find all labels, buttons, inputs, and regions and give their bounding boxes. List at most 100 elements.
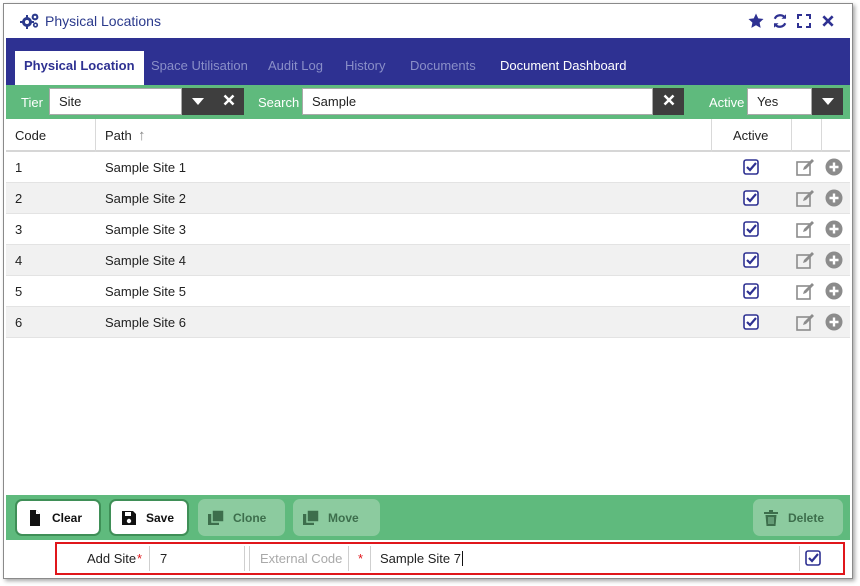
edit-icon[interactable] [796, 314, 815, 334]
star-icon[interactable] [746, 12, 766, 30]
title-actions [746, 12, 838, 30]
tab-audit-log[interactable]: Audit Log [268, 51, 323, 85]
add-child-icon[interactable] [825, 189, 843, 210]
column-header-path[interactable]: Path [105, 119, 132, 152]
delete-button[interactable]: Delete [753, 499, 843, 536]
table-header: Code Path ↑ Active [6, 119, 850, 152]
table-row[interactable]: 6 Sample Site 6 [6, 307, 850, 338]
column-divider [711, 119, 712, 152]
row-code: 4 [15, 253, 23, 268]
add-child-icon[interactable] [825, 220, 843, 241]
tab-history[interactable]: History [345, 51, 385, 85]
move-button[interactable]: Move [293, 499, 380, 536]
tab-document-dashboard[interactable]: Document Dashboard [500, 51, 626, 85]
title-bar: Physical Locations [4, 4, 852, 38]
search-label: Search [258, 95, 300, 110]
add-site-name-input[interactable]: Sample Site 7​ [380, 546, 800, 571]
tab-bar: Physical Location Space Utilisation Audi… [6, 38, 850, 85]
column-header-active[interactable]: Active [733, 119, 768, 152]
table-row[interactable]: 4 Sample Site 4 [6, 245, 850, 276]
clear-label: Clear [52, 510, 83, 525]
row-code: 3 [15, 222, 23, 237]
column-divider [791, 119, 792, 152]
field-divider [249, 546, 250, 571]
sort-ascending-icon[interactable]: ↑ [138, 119, 146, 152]
add-child-icon[interactable] [825, 251, 843, 272]
clear-button[interactable]: Clear [15, 499, 101, 536]
add-site-row: Add Site * 7 External Code * Sample Site… [55, 542, 845, 575]
edit-icon[interactable] [796, 283, 815, 303]
refresh-icon[interactable] [770, 12, 790, 30]
column-divider [95, 119, 96, 152]
trash-icon [763, 509, 779, 526]
search-input[interactable]: Sample [302, 88, 653, 115]
tier-dropdown-button[interactable] [182, 88, 213, 115]
table-row[interactable]: 5 Sample Site 5 [6, 276, 850, 307]
row-path: Sample Site 1 [105, 160, 186, 175]
active-checkbox[interactable] [743, 190, 759, 209]
add-site-active-checkbox[interactable] [805, 550, 821, 569]
add-child-icon[interactable] [825, 282, 843, 303]
action-bar: Clear Save Clone Move Delete [6, 495, 850, 540]
column-divider [821, 119, 822, 152]
active-checkbox[interactable] [743, 283, 759, 302]
filter-bar: Tier Site Search Sample Active Yes [6, 85, 850, 119]
active-dropdown-button[interactable] [812, 88, 843, 115]
active-select[interactable]: Yes [747, 88, 812, 115]
tier-select[interactable]: Site [49, 88, 182, 115]
move-icon [303, 508, 320, 526]
row-path: Sample Site 2 [105, 191, 186, 206]
edit-icon[interactable] [796, 190, 815, 210]
close-icon[interactable] [818, 12, 838, 30]
row-path: Sample Site 6 [105, 315, 186, 330]
file-icon [27, 509, 43, 526]
row-code: 6 [15, 315, 23, 330]
chevron-down-icon [191, 94, 204, 109]
active-checkbox[interactable] [743, 221, 759, 240]
clone-label: Clone [233, 510, 267, 525]
table-row[interactable]: 2 Sample Site 2 [6, 183, 850, 214]
row-path: Sample Site 3 [105, 222, 186, 237]
tier-clear-button[interactable] [213, 88, 244, 115]
external-code-input[interactable]: External Code [260, 546, 348, 571]
add-site-code-input[interactable]: 7 [160, 546, 244, 571]
search-clear-button[interactable] [653, 88, 684, 115]
required-mark: * [358, 551, 364, 566]
add-child-icon[interactable] [825, 313, 843, 334]
delete-label: Delete [788, 510, 825, 525]
row-path: Sample Site 5 [105, 284, 186, 299]
edit-icon[interactable] [796, 252, 815, 272]
physical-locations-window: Physical Locations Physical Location Spa… [3, 3, 853, 579]
add-site-name-value: Sample Site 7 [380, 551, 461, 566]
active-checkbox[interactable] [743, 159, 759, 178]
active-checkbox[interactable] [743, 314, 759, 333]
edit-icon[interactable] [796, 159, 815, 179]
clone-icon [208, 508, 225, 526]
add-child-icon[interactable] [825, 158, 843, 179]
expand-icon[interactable] [794, 12, 814, 30]
close-icon [663, 94, 675, 109]
table-row[interactable]: 1 Sample Site 1 [6, 152, 850, 183]
active-label: Active [709, 95, 745, 110]
active-checkbox[interactable] [743, 252, 759, 271]
move-label: Move [328, 510, 359, 525]
tab-physical-location[interactable]: Physical Location [15, 51, 144, 85]
add-site-label: Add Site [87, 551, 137, 566]
row-code: 2 [15, 191, 23, 206]
save-icon [121, 510, 137, 526]
window-title: Physical Locations [45, 13, 161, 29]
column-header-code[interactable]: Code [15, 119, 46, 152]
field-divider [348, 546, 349, 571]
field-divider [799, 546, 800, 571]
tab-space-utilisation[interactable]: Space Utilisation [151, 51, 248, 85]
field-divider [149, 546, 150, 571]
table-row[interactable]: 3 Sample Site 3 [6, 214, 850, 245]
tab-documents[interactable]: Documents [410, 51, 476, 85]
tier-label: Tier [21, 95, 43, 110]
clone-button[interactable]: Clone [198, 499, 285, 536]
edit-icon[interactable] [796, 221, 815, 241]
field-divider [244, 546, 245, 571]
gears-icon [20, 12, 40, 30]
row-code: 1 [15, 160, 23, 175]
save-button[interactable]: Save [109, 499, 189, 536]
